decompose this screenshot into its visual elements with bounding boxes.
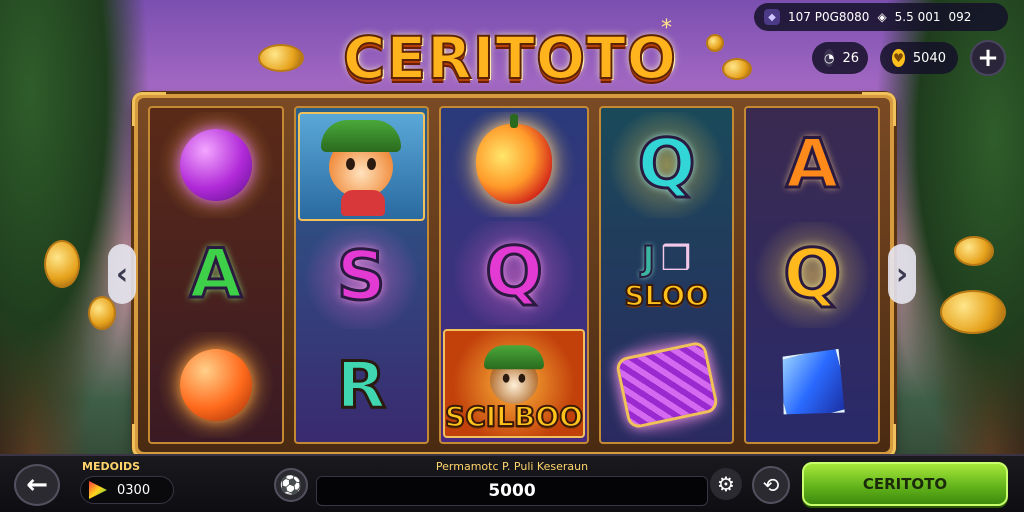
- play-store-icon: [89, 481, 107, 499]
- reel-4: Q J ❒ SLOO: [598, 106, 735, 444]
- back-arrow-icon[interactable]: ←: [14, 464, 60, 506]
- coin-decoration: [940, 290, 1006, 334]
- sparkle-icon: *: [661, 16, 672, 41]
- orange-orb-symbol: [179, 349, 252, 421]
- coin-decoration: [706, 34, 724, 52]
- level-value: 26: [842, 50, 860, 66]
- wild-label: SCILBOO: [444, 399, 584, 434]
- symbol-cell: [152, 332, 280, 438]
- symbol-cell: Q: [602, 112, 731, 218]
- symbol-cell: S: [297, 224, 426, 330]
- balance-label: MEDOIDS: [82, 460, 141, 473]
- character-body: [341, 190, 386, 217]
- gem-value: 5.5 001: [894, 10, 941, 24]
- letter-symbol: Q: [636, 125, 697, 204]
- reel-3: Q SCILBOO: [439, 106, 589, 444]
- symbol-cell: A: [152, 222, 280, 328]
- gem-icon: ◈: [877, 10, 887, 24]
- symbol-cell: [443, 112, 585, 217]
- level-pill[interactable]: ◔ 26: [812, 42, 868, 74]
- spin-button[interactable]: CERITOTO: [802, 462, 1008, 506]
- bet-value-display[interactable]: 5000: [316, 476, 708, 506]
- coin-balance-pill[interactable]: ♥ 5040: [880, 42, 958, 74]
- symbol-cell: [748, 332, 876, 438]
- scatter-symbol: J ❒ SLOO: [623, 238, 710, 313]
- bet-label: Permamotc P. Puli Keseraun: [435, 460, 589, 473]
- reel-2: S R: [293, 106, 430, 444]
- game-title: CERITOTO *: [342, 16, 677, 98]
- house-letter-symbol: R: [335, 348, 387, 423]
- symbol-cell: [297, 112, 426, 221]
- gear-icon[interactable]: ⚙: [710, 468, 742, 500]
- bottom-control-bar: ← MEDOIDS 0300 ⚽ Permamotc P. Puli Keser…: [0, 454, 1024, 512]
- reel-1: A: [148, 106, 284, 444]
- blue-gem-symbol: [769, 342, 855, 428]
- symbol-cell: SCILBOO: [443, 329, 585, 439]
- coin-decoration: [88, 296, 116, 330]
- wild-symbol: SCILBOO: [444, 334, 584, 434]
- shield-icon: ◆: [764, 9, 780, 25]
- slot-machine-frame: A S R Q SCILBOO Q J ❒ SLOO A Q: [132, 92, 896, 458]
- letter-symbol: A: [188, 235, 244, 314]
- reel-5: A Q: [744, 106, 880, 444]
- letter-symbol: J: [641, 238, 656, 280]
- coin-heart-icon: ♥: [892, 49, 905, 67]
- tomato-fruit-symbol: [475, 114, 552, 205]
- coin-decoration: [954, 236, 994, 266]
- player-id: 107 P0G8080: [788, 10, 870, 24]
- coin-decoration: [258, 44, 304, 72]
- symbol-cell: A: [748, 112, 876, 218]
- letter-symbol: Q: [782, 235, 843, 314]
- hamster-character-symbol: [301, 116, 421, 217]
- coin-decoration: [44, 240, 80, 288]
- timer-value: 092: [948, 10, 972, 24]
- symbol-cell: R: [298, 333, 426, 438]
- symbol-cell: [602, 332, 731, 438]
- player-status-bar: ◆ 107 P0G8080 ◈ 5.5 001 092: [754, 3, 1008, 31]
- letter-symbol: Q: [484, 233, 545, 312]
- gift-icon: ❒: [660, 238, 692, 279]
- symbol-cell: [152, 112, 280, 218]
- soccer-ball-icon[interactable]: ⚽: [274, 468, 308, 502]
- coin-balance-value: 5040: [912, 50, 946, 66]
- purple-orb-symbol: [179, 129, 252, 201]
- chevron-right-icon[interactable]: ›: [888, 244, 916, 304]
- character-hat: [321, 120, 402, 153]
- balance-value: 0300: [117, 482, 151, 498]
- symbol-cell: Q: [443, 220, 585, 326]
- jungle-left-decoration: [0, 0, 150, 460]
- hamster-character-symbol: [469, 342, 559, 404]
- symbol-cell: Q: [748, 222, 876, 328]
- scatter-glyphs: J ❒: [641, 238, 692, 280]
- add-coins-button[interactable]: +: [970, 40, 1006, 76]
- coin-decoration: [722, 58, 752, 80]
- letter-symbol: S: [335, 237, 387, 316]
- balance-display: 0300: [80, 476, 174, 504]
- symbol-cell: J ❒ SLOO: [603, 222, 731, 328]
- letter-symbol: A: [784, 125, 840, 204]
- scatter-label: SLOO: [623, 278, 710, 313]
- game-title-text: CERITOTO: [342, 23, 678, 93]
- treasure-bag-symbol: [614, 340, 720, 430]
- character-hat: [483, 345, 544, 370]
- chevron-left-icon[interactable]: ‹: [108, 244, 136, 304]
- clock-icon: ◔: [824, 49, 835, 67]
- reels-grid: A S R Q SCILBOO Q J ❒ SLOO A Q: [148, 106, 880, 444]
- autoplay-icon[interactable]: ⟲: [752, 466, 790, 504]
